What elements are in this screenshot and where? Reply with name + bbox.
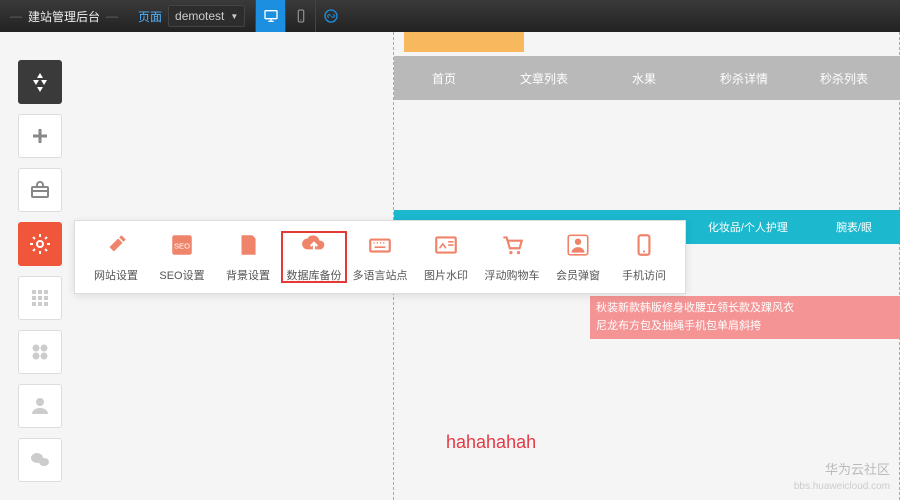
rail-apps-button[interactable]	[18, 60, 62, 104]
mobile-icon	[293, 8, 309, 24]
chevron-down-icon: ▼	[230, 12, 238, 21]
rail-toolbox-button[interactable]	[18, 168, 62, 212]
rail-add-button[interactable]	[18, 114, 62, 158]
preview-navbar: 首页 文章列表 水果 秒杀详情 秒杀列表	[394, 56, 900, 100]
panel-item-mobile-access[interactable]: 手机访问	[611, 231, 677, 283]
phone-icon	[630, 231, 658, 259]
grid-icon	[28, 286, 52, 310]
nav-item[interactable]: 水果	[594, 70, 694, 87]
modules-icon	[28, 340, 52, 364]
page-select-value: demotest	[175, 9, 224, 23]
nav-item[interactable]: 秒杀详情	[694, 70, 794, 87]
panel-item-site-settings[interactable]: 网站设置	[83, 231, 149, 283]
watermark-url: bbs.huaweicloud.com	[794, 481, 890, 492]
add-icon	[28, 124, 52, 148]
category-item[interactable]: 腕表/眼	[836, 219, 872, 235]
gear-icon	[28, 232, 52, 256]
panel-item-label: 数据库备份	[287, 267, 342, 283]
panel-item-label: 多语言站点	[353, 267, 408, 283]
panel-item-multilang[interactable]: 多语言站点	[347, 231, 413, 283]
panel-item-label: 背景设置	[226, 267, 270, 283]
panel-item-seo[interactable]: SEO SEO设置	[149, 231, 215, 283]
image-text-icon	[432, 231, 460, 259]
panel-item-db-backup[interactable]: 数据库备份	[281, 231, 347, 283]
desktop-view-button[interactable]	[255, 0, 285, 32]
panel-item-member-popup[interactable]: 会员弹窗	[545, 231, 611, 283]
mobile-view-button[interactable]	[285, 0, 315, 32]
panel-item-label: 图片水印	[424, 267, 468, 283]
panel-item-label: 手机访问	[622, 267, 666, 283]
nav-item[interactable]: 文章列表	[494, 70, 594, 87]
app-store-icon	[28, 70, 52, 94]
rail-user-button[interactable]	[18, 384, 62, 428]
wechat-icon	[28, 448, 52, 472]
user-icon	[28, 394, 52, 418]
panel-item-background[interactable]: 背景设置	[215, 231, 281, 283]
cloud-upload-icon	[300, 231, 328, 259]
page-select[interactable]: demotest ▼	[168, 5, 245, 27]
rail-wechat-button[interactable]	[18, 438, 62, 482]
keyboard-icon	[366, 231, 394, 259]
panel-item-label: SEO设置	[159, 267, 204, 283]
svg-text:SEO: SEO	[174, 241, 190, 250]
left-rail	[18, 60, 62, 482]
promo-line: 尼龙布方包及抽绳手机包单肩斜挎	[596, 318, 894, 336]
rail-settings-button[interactable]	[18, 222, 62, 266]
panel-item-watermark[interactable]: 图片水印	[413, 231, 479, 283]
nav-item[interactable]: 秒杀列表	[794, 70, 894, 87]
promo-text-block: 秋装新款韩版修身收腰立领长款及踝风衣 尼龙布方包及抽绳手机包单肩斜挎	[590, 296, 900, 339]
panel-item-floating-cart[interactable]: 浮动购物车	[479, 231, 545, 283]
category-item[interactable]: 化妆品/个人护理	[708, 219, 788, 235]
toolbox-icon	[28, 178, 52, 202]
cart-icon	[498, 231, 526, 259]
watermark-title: 华为云社区	[825, 459, 890, 478]
member-popup-icon	[564, 231, 592, 259]
panel-item-label: 会员弹窗	[556, 267, 600, 283]
center-text: hahahahah	[446, 432, 536, 453]
seo-icon: SEO	[168, 231, 196, 259]
rail-grid-button[interactable]	[18, 276, 62, 320]
miniprogram-view-button[interactable]	[315, 0, 345, 32]
wrench-icon	[102, 231, 130, 259]
background-icon	[234, 231, 262, 259]
page-title: 建站管理后台	[24, 8, 104, 25]
promo-line: 秋装新款韩版修身收腰立领长款及踝风衣	[596, 300, 894, 318]
orange-block	[404, 32, 524, 52]
top-bar: — 建站管理后台 — 页面 demotest ▼	[0, 0, 900, 32]
rail-modules-button[interactable]	[18, 330, 62, 374]
nav-item[interactable]: 首页	[394, 70, 494, 87]
panel-item-label: 浮动购物车	[485, 267, 540, 283]
panel-item-label: 网站设置	[94, 267, 138, 283]
tab-label[interactable]: 页面	[138, 8, 162, 25]
miniprogram-icon	[323, 8, 339, 24]
settings-panel: 网站设置 SEO SEO设置 背景设置 数据库备份 多语言站点 图片水印 浮动购…	[74, 220, 686, 294]
desktop-icon	[263, 8, 279, 24]
